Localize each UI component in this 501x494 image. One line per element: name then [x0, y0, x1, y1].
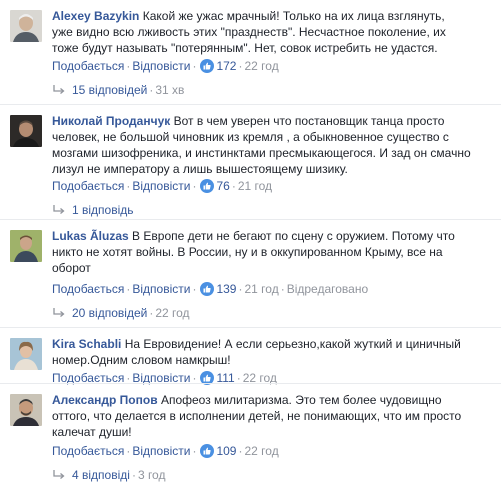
separator-dot: ·: [192, 59, 197, 73]
reply-arrow-icon: [53, 85, 65, 94]
comment-time[interactable]: 22 год: [244, 59, 278, 73]
comment-actions: Подобається · Відповісти · 76 · 21 год: [52, 179, 272, 193]
comment-author[interactable]: Alexey Bazykin: [52, 9, 139, 23]
avatar-photo: [10, 394, 42, 426]
comment-body: Kira Schabli На Евровидение! А если серь…: [52, 336, 482, 368]
like-icon[interactable]: [200, 444, 215, 458]
replies-count[interactable]: 20 відповідей: [72, 306, 147, 320]
replies-link[interactable]: 20 відповідей · 22 год: [52, 305, 190, 321]
comment-body: Александр Попов Апофеоз милитаризма. Это…: [52, 392, 482, 440]
comment-actions: Подобається · Відповісти · 172 · 22 год: [52, 59, 279, 73]
reply-link[interactable]: Відповісти: [132, 444, 190, 458]
reply-link[interactable]: Відповісти: [132, 179, 190, 193]
comment-time[interactable]: 21 год: [244, 282, 278, 296]
avatar-photo: [10, 115, 42, 147]
avatar[interactable]: [10, 230, 42, 262]
avatar-photo: [10, 338, 42, 370]
comment-author[interactable]: Александр Попов: [52, 393, 158, 407]
comment-actions: Подобається · Відповісти · 109 · 22 год: [52, 444, 279, 458]
like-link[interactable]: Подобається: [52, 59, 124, 73]
like-icon[interactable]: [200, 179, 215, 193]
comment-author[interactable]: Николай Проданчук: [52, 114, 170, 128]
avatar[interactable]: [10, 394, 42, 426]
reply-link[interactable]: Відповісти: [132, 282, 190, 296]
reply-arrow-icon: [53, 470, 65, 479]
reply-arrow-icon: [53, 308, 65, 317]
replies-link[interactable]: 4 відповіді · 3 год: [52, 467, 165, 483]
like-count[interactable]: 172: [216, 59, 236, 73]
edited-label[interactable]: Відредаговано: [287, 282, 368, 296]
like-count[interactable]: 109: [216, 444, 236, 458]
comment: Alexey Bazykin Какой же ужас мрачный! То…: [0, 0, 501, 104]
comment: Lukas Ãluzas В Европе дети не бегают по …: [0, 220, 501, 327]
avatar-photo: [10, 10, 42, 42]
comment: Александр Попов Апофеоз милитаризма. Это…: [0, 384, 501, 494]
like-link[interactable]: Подобається: [52, 444, 124, 458]
replies-count[interactable]: 4 відповіді: [72, 468, 130, 482]
comment-author[interactable]: Lukas Ãluzas: [52, 229, 129, 243]
comment: Николай Проданчук Вот в чем уверен что п…: [0, 105, 501, 219]
comment-time[interactable]: 22 год: [244, 444, 278, 458]
replies-link[interactable]: 15 відповідей · 31 хв: [52, 82, 184, 98]
replies-count[interactable]: 1 відповідь: [72, 203, 134, 217]
avatar-photo: [10, 230, 42, 262]
comment-time[interactable]: 21 год: [238, 179, 272, 193]
replies-time: 22 год: [155, 306, 190, 320]
like-icon[interactable]: [200, 282, 215, 296]
like-icon[interactable]: [200, 59, 215, 73]
comment-body: Николай Проданчук Вот в чем уверен что п…: [52, 113, 482, 177]
separator-dot: ·: [192, 444, 197, 458]
avatar[interactable]: [10, 115, 42, 147]
replies-time: 31 хв: [155, 83, 185, 97]
replies-count[interactable]: 15 відповідей: [72, 83, 147, 97]
like-link[interactable]: Подобається: [52, 282, 124, 296]
reply-arrow-icon: [53, 205, 65, 214]
separator-dot: ·: [231, 179, 236, 193]
separator-dot: ·: [192, 179, 197, 193]
comments-feed: Alexey Bazykin Какой же ужас мрачный! То…: [0, 0, 501, 494]
separator-dot: ·: [131, 468, 136, 482]
replies-time: 3 год: [137, 468, 166, 482]
avatar[interactable]: [10, 10, 42, 42]
like-link[interactable]: Подобається: [52, 179, 124, 193]
comment-body: Alexey Bazykin Какой же ужас мрачный! То…: [52, 8, 452, 56]
comment-body: Lukas Ãluzas В Европе дети не бегают по …: [52, 228, 482, 276]
separator-dot: ·: [280, 282, 285, 296]
like-count[interactable]: 139: [216, 282, 236, 296]
like-count[interactable]: 76: [216, 179, 229, 193]
comment-actions: Подобається · Відповісти · 139 · 21 год · Відред…: [52, 282, 368, 296]
comment-author[interactable]: Kira Schabli: [52, 337, 121, 351]
avatar[interactable]: [10, 338, 42, 370]
replies-link[interactable]: 1 відповідь: [52, 202, 134, 218]
separator-dot: ·: [192, 282, 197, 296]
comment: Kira Schabli На Евровидение! А если серь…: [0, 328, 501, 385]
reply-link[interactable]: Відповісти: [132, 59, 190, 73]
